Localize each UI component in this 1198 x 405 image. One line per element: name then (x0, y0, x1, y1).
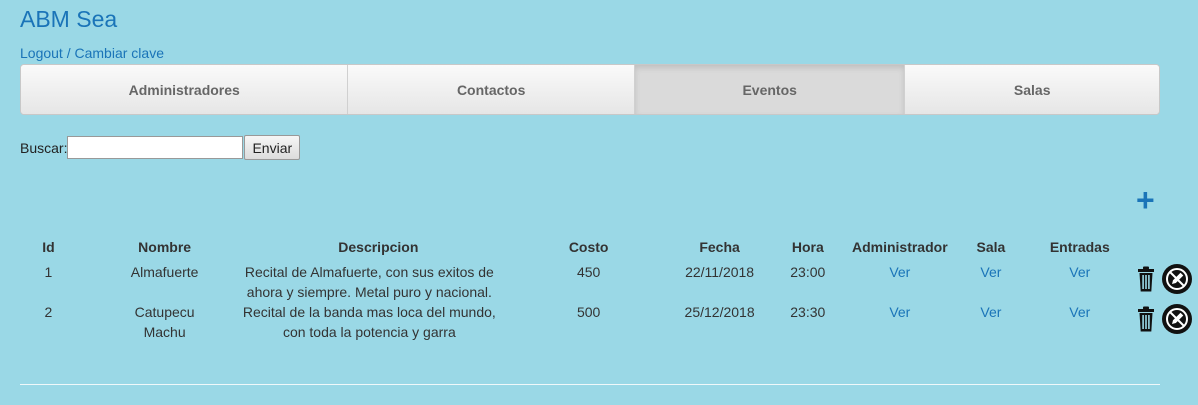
events-table: Id Nombre Descripcion Costo Fecha Hora A… (20, 232, 1198, 342)
cell-id: 2 (44, 304, 53, 320)
cell-costo: 450 (576, 264, 601, 280)
tab-salas[interactable]: Salas (905, 65, 1159, 114)
cell-sala: Ver (950, 262, 1031, 302)
col-nombre: Nombre (138, 239, 192, 255)
cell-administrador: Ver (849, 302, 950, 342)
change-password-link[interactable]: Cambiar clave (75, 45, 164, 61)
cell-costo: 500 (576, 304, 601, 320)
cell-entradas: Ver (1032, 302, 1129, 342)
cell-actions (1128, 302, 1198, 342)
table-row: 2 Catupecu Machu Recital de la banda mas… (20, 302, 1198, 342)
app-title: ABM Sea (20, 6, 118, 32)
search-submit-button[interactable]: Enviar (244, 135, 301, 160)
tab-administradores[interactable]: Administradores (21, 65, 349, 114)
cell-fecha: 25/12/2018 (684, 304, 755, 320)
col-hora: Hora (791, 239, 824, 255)
trash-icon[interactable] (1136, 306, 1156, 337)
cell-nombre-text: Catupecu Machu (134, 304, 195, 340)
view-sala-link[interactable]: Ver (980, 264, 1001, 280)
cell-entradas: Ver (1032, 262, 1129, 302)
view-administrador-link[interactable]: Ver (889, 304, 910, 320)
plus-icon: + (1136, 182, 1155, 218)
col-descripcion: Descripcion (338, 239, 419, 255)
col-costo: Costo (568, 239, 609, 255)
cell-sala: Ver (950, 302, 1031, 342)
cell-nombre-text: Almafuerte (130, 264, 199, 280)
cell-descripcion-text: Recital de Almafuerte, con sus exitos de… (244, 264, 494, 300)
col-id: Id (42, 239, 55, 255)
tab-contactos[interactable]: Contactos (348, 65, 635, 114)
bottom-divider (20, 384, 1160, 385)
cell-nombre: Catupecu Machu (77, 302, 252, 342)
tab-eventos[interactable]: Eventos (634, 65, 906, 114)
edit-pencil-icon[interactable] (1161, 304, 1192, 339)
col-actions (1128, 232, 1198, 262)
col-entradas: Entradas (1049, 239, 1110, 255)
view-sala-link[interactable]: Ver (980, 304, 1001, 320)
cell-descripcion-text: Recital de la banda mas loca del mundo, … (242, 304, 496, 340)
auth-separator: / (62, 45, 75, 61)
col-administrador: Administrador (851, 239, 948, 255)
table-row: 1 Almafuerte Recital de Almafuerte, con … (20, 262, 1198, 302)
search-form: Buscar: Enviar (20, 135, 301, 160)
table-header-row: Id Nombre Descripcion Costo Fecha Hora A… (20, 232, 1198, 262)
cell-descripcion: Recital de la banda mas loca del mundo, … (243, 302, 504, 342)
search-input[interactable] (67, 136, 244, 159)
trash-icon[interactable] (1136, 266, 1156, 297)
view-entradas-link[interactable]: Ver (1069, 264, 1090, 280)
main-nav-tabs: Administradores Contactos Eventos Salas (20, 64, 1160, 115)
col-sala: Sala (976, 239, 1006, 255)
view-entradas-link[interactable]: Ver (1069, 304, 1090, 320)
cell-descripcion: Recital de Almafuerte, con sus exitos de… (245, 262, 504, 302)
cell-hora: 23:30 (790, 304, 826, 320)
search-label: Buscar: (20, 139, 68, 156)
cell-administrador: Ver (849, 262, 950, 302)
logout-link[interactable]: Logout (20, 45, 63, 61)
view-administrador-link[interactable]: Ver (889, 264, 910, 280)
cell-fecha: 22/11/2018 (685, 264, 755, 280)
add-event-button[interactable]: + (1136, 184, 1155, 216)
col-fecha: Fecha (699, 239, 740, 255)
edit-pencil-icon[interactable] (1161, 264, 1192, 299)
cell-id: 1 (44, 264, 53, 280)
cell-actions (1128, 262, 1198, 302)
cell-nombre: Almafuerte (77, 262, 252, 302)
cell-hora: 23:00 (790, 264, 826, 280)
auth-links: Logout / Cambiar clave (20, 45, 164, 61)
